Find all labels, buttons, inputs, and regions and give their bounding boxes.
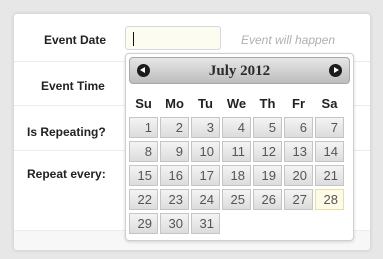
weekday-header: We <box>226 96 247 111</box>
event-time-label: Event Time <box>41 79 105 93</box>
calendar-day[interactable]: 29 <box>129 213 158 234</box>
calendar-day[interactable]: 30 <box>160 213 189 234</box>
calendar-day[interactable]: 20 <box>284 165 313 186</box>
datepicker-header: July 2012 <box>129 57 350 84</box>
calendar-day[interactable]: 31 <box>191 213 220 234</box>
calendar-day[interactable]: 22 <box>129 189 158 210</box>
calendar-day[interactable]: 18 <box>222 165 251 186</box>
weekday-header: Mo <box>165 96 184 111</box>
text-caret <box>133 32 134 46</box>
calendar-day[interactable]: 14 <box>315 141 344 162</box>
calendar-day[interactable]: 24 <box>191 189 220 210</box>
calendar-day[interactable]: 15 <box>129 165 158 186</box>
calendar-day[interactable]: 9 <box>160 141 189 162</box>
weekday-header: Su <box>135 96 152 111</box>
calendar-day[interactable]: 17 <box>191 165 220 186</box>
event-date-input[interactable] <box>125 26 221 50</box>
calendar-day[interactable]: 4 <box>222 117 251 138</box>
is-repeating-label: Is Repeating? <box>27 125 106 139</box>
repeat-every-label: Repeat every: <box>27 167 106 181</box>
datepicker-month-title: July 2012 <box>208 63 271 79</box>
calendar-day[interactable]: 25 <box>222 189 251 210</box>
calendar-day[interactable]: 7 <box>315 117 344 138</box>
datepicker-popup: July 2012 Su Mo Tu We Th Fr Sa 1 2 3 4 5 6 7 8 9 10 11 12 1… <box>125 53 354 241</box>
calendar-day[interactable]: 19 <box>253 165 282 186</box>
weekday-header: Tu <box>198 96 213 111</box>
calendar-day[interactable]: 13 <box>284 141 313 162</box>
calendar-day[interactable]: 6 <box>284 117 313 138</box>
calendar-day[interactable]: 26 <box>253 189 282 210</box>
event-date-hint: Event will happen <box>241 33 336 47</box>
calendar-day[interactable]: 5 <box>253 117 282 138</box>
weekday-header: Sa <box>321 96 338 111</box>
calendar-day[interactable]: 11 <box>222 141 251 162</box>
calendar-day[interactable]: 2 <box>160 117 189 138</box>
chevron-right-icon[interactable] <box>329 64 342 77</box>
event-date-label: Event Date <box>44 33 107 47</box>
calendar-day[interactable]: 21 <box>315 165 344 186</box>
calendar-day[interactable]: 10 <box>191 141 220 162</box>
calendar-day[interactable]: 8 <box>129 141 158 162</box>
calendar-day[interactable]: 27 <box>284 189 313 210</box>
weekday-header: Th <box>259 96 276 111</box>
calendar-day[interactable]: 16 <box>160 165 189 186</box>
weekday-header: Fr <box>292 96 305 111</box>
calendar-day[interactable]: 1 <box>129 117 158 138</box>
calendar-day[interactable]: 23 <box>160 189 189 210</box>
calendar-day[interactable]: 12 <box>253 141 282 162</box>
calendar-day[interactable]: 3 <box>191 117 220 138</box>
calendar-day[interactable]: 28 <box>315 189 344 210</box>
